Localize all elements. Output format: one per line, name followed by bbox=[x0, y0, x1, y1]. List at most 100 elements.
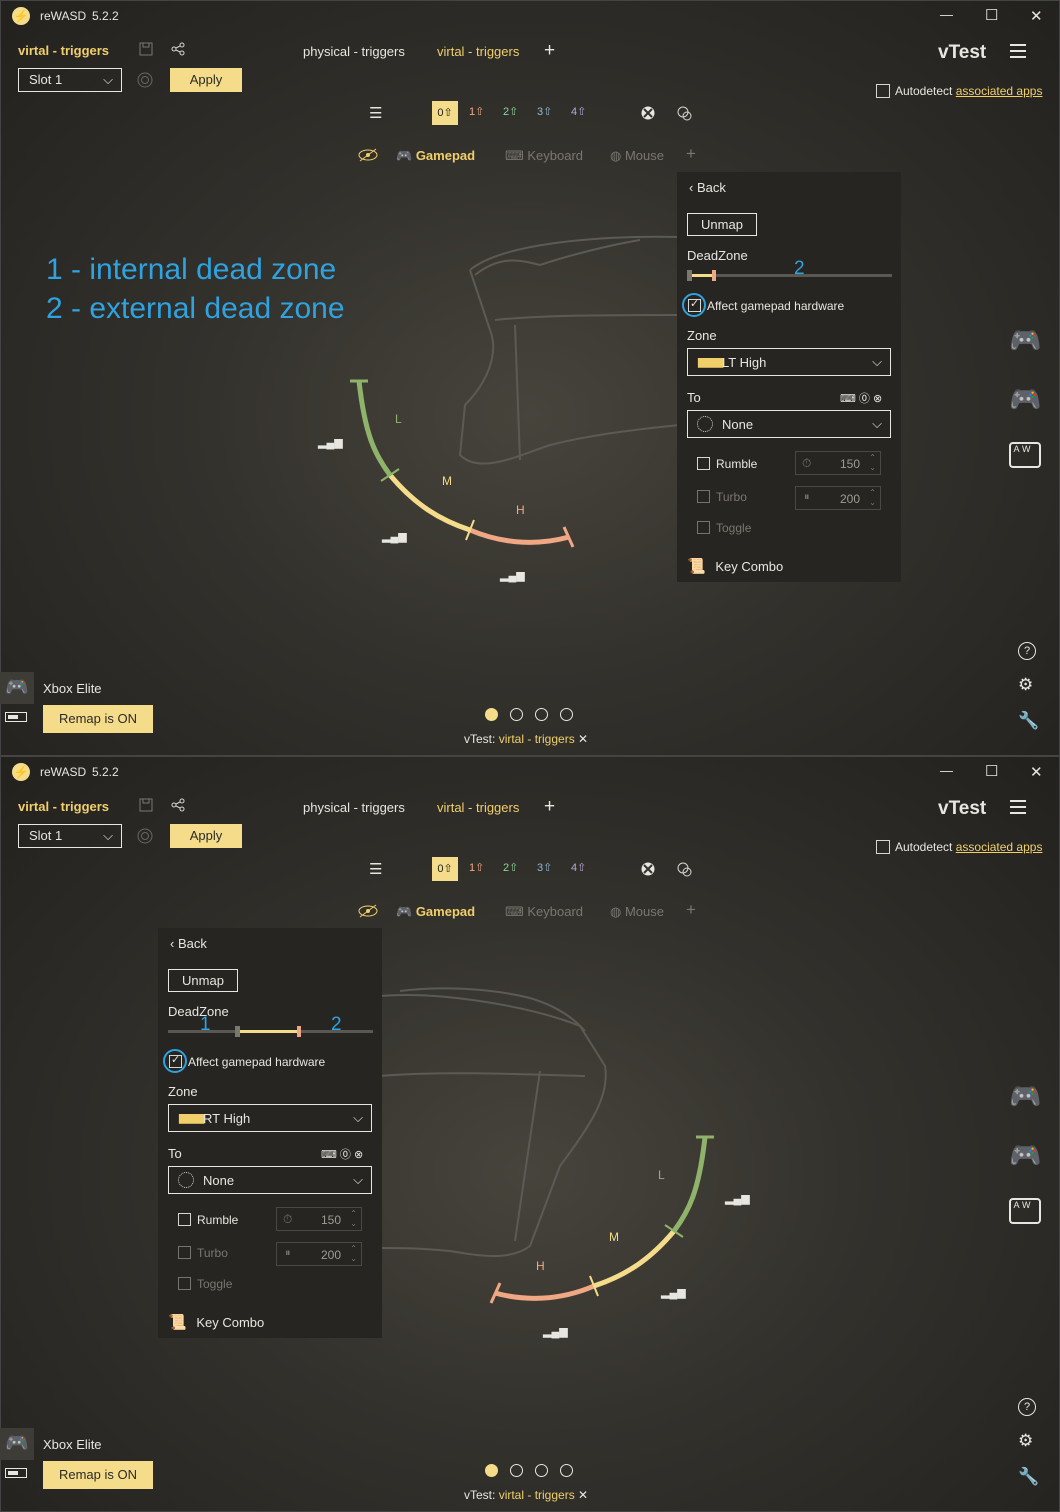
layer-1-button[interactable]: 1⇧ bbox=[469, 861, 484, 874]
target-icon[interactable] bbox=[137, 72, 153, 88]
tab-virtal-triggers[interactable]: virtal - triggers bbox=[437, 800, 519, 815]
turbo-checkbox[interactable] bbox=[697, 490, 710, 503]
affect-hardware-checkbox[interactable]: ✓ bbox=[169, 1054, 182, 1068]
minimize-button[interactable]: — bbox=[940, 763, 953, 778]
autodetect-checkbox[interactable] bbox=[876, 84, 890, 98]
zone-high-button[interactable]: ▂▄▆ bbox=[543, 1325, 568, 1338]
rumble-checkbox[interactable] bbox=[697, 457, 710, 470]
deadzone-slider[interactable] bbox=[687, 274, 892, 277]
shift-modifier-icon[interactable] bbox=[676, 105, 692, 121]
close-button[interactable]: ✕ bbox=[1030, 7, 1043, 25]
zone-select[interactable]: ▆▆▆ LT High ⌵ bbox=[687, 348, 891, 376]
tab-mouse[interactable]: ◍ Mouse bbox=[610, 148, 664, 164]
layer-2-button[interactable]: 2⇧ bbox=[503, 861, 518, 874]
toggle-checkbox[interactable] bbox=[697, 521, 710, 534]
rumble-spinner[interactable]: ⏱ 150 ⌃ ⌄ bbox=[276, 1207, 362, 1231]
page-dot-2[interactable] bbox=[510, 1464, 523, 1477]
footer-close-icon[interactable]: ✕ bbox=[578, 732, 588, 746]
xbox-icon[interactable] bbox=[641, 106, 655, 120]
slot-select[interactable]: Slot 1 ⌵ bbox=[18, 824, 122, 848]
deadzone-handle-2[interactable] bbox=[297, 1026, 301, 1037]
layer-1-button[interactable]: 1⇧ bbox=[469, 105, 484, 118]
minimize-button[interactable]: — bbox=[940, 7, 953, 22]
tab-gamepad[interactable]: 🎮 Gamepad bbox=[396, 904, 475, 920]
tab-gamepad[interactable]: 🎮 Gamepad bbox=[396, 148, 475, 164]
layer-4-button[interactable]: 4⇧ bbox=[571, 861, 586, 874]
shift-modifier-icon[interactable] bbox=[676, 861, 692, 877]
hide-eye-icon[interactable] bbox=[358, 148, 378, 162]
settings-gear-icon[interactable]: ⚙ bbox=[1018, 675, 1033, 695]
zone-low-button[interactable]: ▂▄▆ bbox=[725, 1192, 750, 1205]
zone-select[interactable]: ▆▆▆ RT High ⌵ bbox=[168, 1104, 372, 1132]
footer-close-icon[interactable]: ✕ bbox=[578, 1488, 588, 1502]
layer-2-button[interactable]: 2⇧ bbox=[503, 105, 518, 118]
tools-wrench-icon[interactable]: 🔧 bbox=[1018, 711, 1039, 731]
deadzone-handle-2[interactable] bbox=[712, 270, 716, 281]
slot-select[interactable]: Slot 1 ⌵ bbox=[18, 68, 122, 92]
page-dot-4[interactable] bbox=[560, 708, 573, 721]
menu-icon[interactable] bbox=[1010, 44, 1026, 58]
toggle-checkbox[interactable] bbox=[178, 1277, 191, 1290]
unmap-button[interactable]: Unmap bbox=[168, 969, 238, 992]
layer-0-button[interactable]: 0⇧ bbox=[432, 101, 458, 125]
device-controller-icon[interactable]: 🎮 bbox=[0, 672, 34, 704]
list-icon[interactable]: ☰ bbox=[369, 104, 382, 122]
menu-icon[interactable] bbox=[1010, 800, 1026, 814]
autodetect-checkbox[interactable] bbox=[876, 840, 890, 854]
layer-3-button[interactable]: 3⇧ bbox=[537, 105, 552, 118]
page-dot-3[interactable] bbox=[535, 708, 548, 721]
key-combo-button[interactable]: 📜 Key Combo bbox=[687, 557, 783, 575]
save-icon[interactable] bbox=[139, 42, 153, 56]
tab-virtal-triggers[interactable]: virtal - triggers bbox=[437, 44, 519, 59]
zone-high-button[interactable]: ▂▄▆ bbox=[500, 569, 525, 582]
share-icon[interactable] bbox=[171, 798, 185, 812]
zone-mid-button[interactable]: ▂▄▆ bbox=[661, 1286, 686, 1299]
tools-wrench-icon[interactable]: 🔧 bbox=[1018, 1467, 1039, 1487]
layer-0-button[interactable]: 0⇧ bbox=[432, 857, 458, 881]
affect-hardware-checkbox[interactable]: ✓ bbox=[688, 298, 701, 312]
page-dot-4[interactable] bbox=[560, 1464, 573, 1477]
device-controller-icon[interactable]: 🎮 bbox=[0, 1428, 34, 1460]
target-icon[interactable] bbox=[137, 828, 153, 844]
share-icon[interactable] bbox=[171, 42, 185, 56]
remap-status-button[interactable]: Remap is ON bbox=[43, 1461, 153, 1489]
to-type-icons[interactable]: ⌨ ⓪ ⊗ bbox=[321, 1146, 363, 1162]
tab-keyboard[interactable]: ⌨ Keyboard bbox=[505, 904, 583, 920]
page-dot-2[interactable] bbox=[510, 708, 523, 721]
help-icon[interactable]: ? bbox=[1018, 642, 1036, 660]
tab-physical-triggers[interactable]: physical - triggers bbox=[303, 800, 405, 815]
rumble-spinner[interactable]: ⏱ 150 ⌃ ⌄ bbox=[795, 451, 881, 475]
add-device-button[interactable]: + bbox=[686, 900, 696, 920]
key-mapping-icon[interactable]: A W bbox=[1009, 1198, 1041, 1224]
to-select[interactable]: None ⌵ bbox=[687, 410, 891, 438]
zone-mid-button[interactable]: ▂▄▆ bbox=[382, 530, 407, 543]
back-button[interactable]: ‹ Back bbox=[689, 180, 726, 195]
tab-physical-triggers[interactable]: physical - triggers bbox=[303, 44, 405, 59]
add-device-button[interactable]: + bbox=[686, 144, 696, 164]
help-icon[interactable]: ? bbox=[1018, 1398, 1036, 1416]
key-mapping-icon[interactable]: A W bbox=[1009, 442, 1041, 468]
maximize-button[interactable]: ☐ bbox=[985, 762, 998, 780]
page-dot-1[interactable] bbox=[485, 708, 498, 721]
zone-low-button[interactable]: ▂▄▆ bbox=[318, 436, 343, 449]
layer-4-button[interactable]: 4⇧ bbox=[571, 105, 586, 118]
save-icon[interactable] bbox=[139, 798, 153, 812]
key-combo-button[interactable]: 📜 Key Combo bbox=[168, 1313, 264, 1331]
maximize-button[interactable]: ☐ bbox=[985, 6, 998, 24]
turbo-spinner[interactable]: ⏸ 200 ⌃ ⌄ bbox=[276, 1242, 362, 1266]
controller-view-icon[interactable]: 🎮 bbox=[1009, 325, 1041, 356]
turbo-spinner[interactable]: ⏸ 200 ⌃ ⌄ bbox=[795, 486, 881, 510]
associated-apps-link[interactable]: associated apps bbox=[956, 84, 1043, 98]
close-button[interactable]: ✕ bbox=[1030, 763, 1043, 781]
controller-mapped-icon[interactable]: 🎮 bbox=[1009, 1140, 1041, 1171]
apply-button[interactable]: Apply bbox=[170, 68, 242, 92]
associated-apps-link[interactable]: associated apps bbox=[956, 840, 1043, 854]
turbo-checkbox[interactable] bbox=[178, 1246, 191, 1259]
controller-mapped-icon[interactable]: 🎮 bbox=[1009, 384, 1041, 415]
to-type-icons[interactable]: ⌨ ⓪ ⊗ bbox=[840, 390, 882, 406]
add-tab-button[interactable]: + bbox=[544, 40, 555, 62]
back-button[interactable]: ‹ Back bbox=[170, 936, 207, 951]
rumble-checkbox[interactable] bbox=[178, 1213, 191, 1226]
tab-mouse[interactable]: ◍ Mouse bbox=[610, 904, 664, 920]
page-dot-1[interactable] bbox=[485, 1464, 498, 1477]
